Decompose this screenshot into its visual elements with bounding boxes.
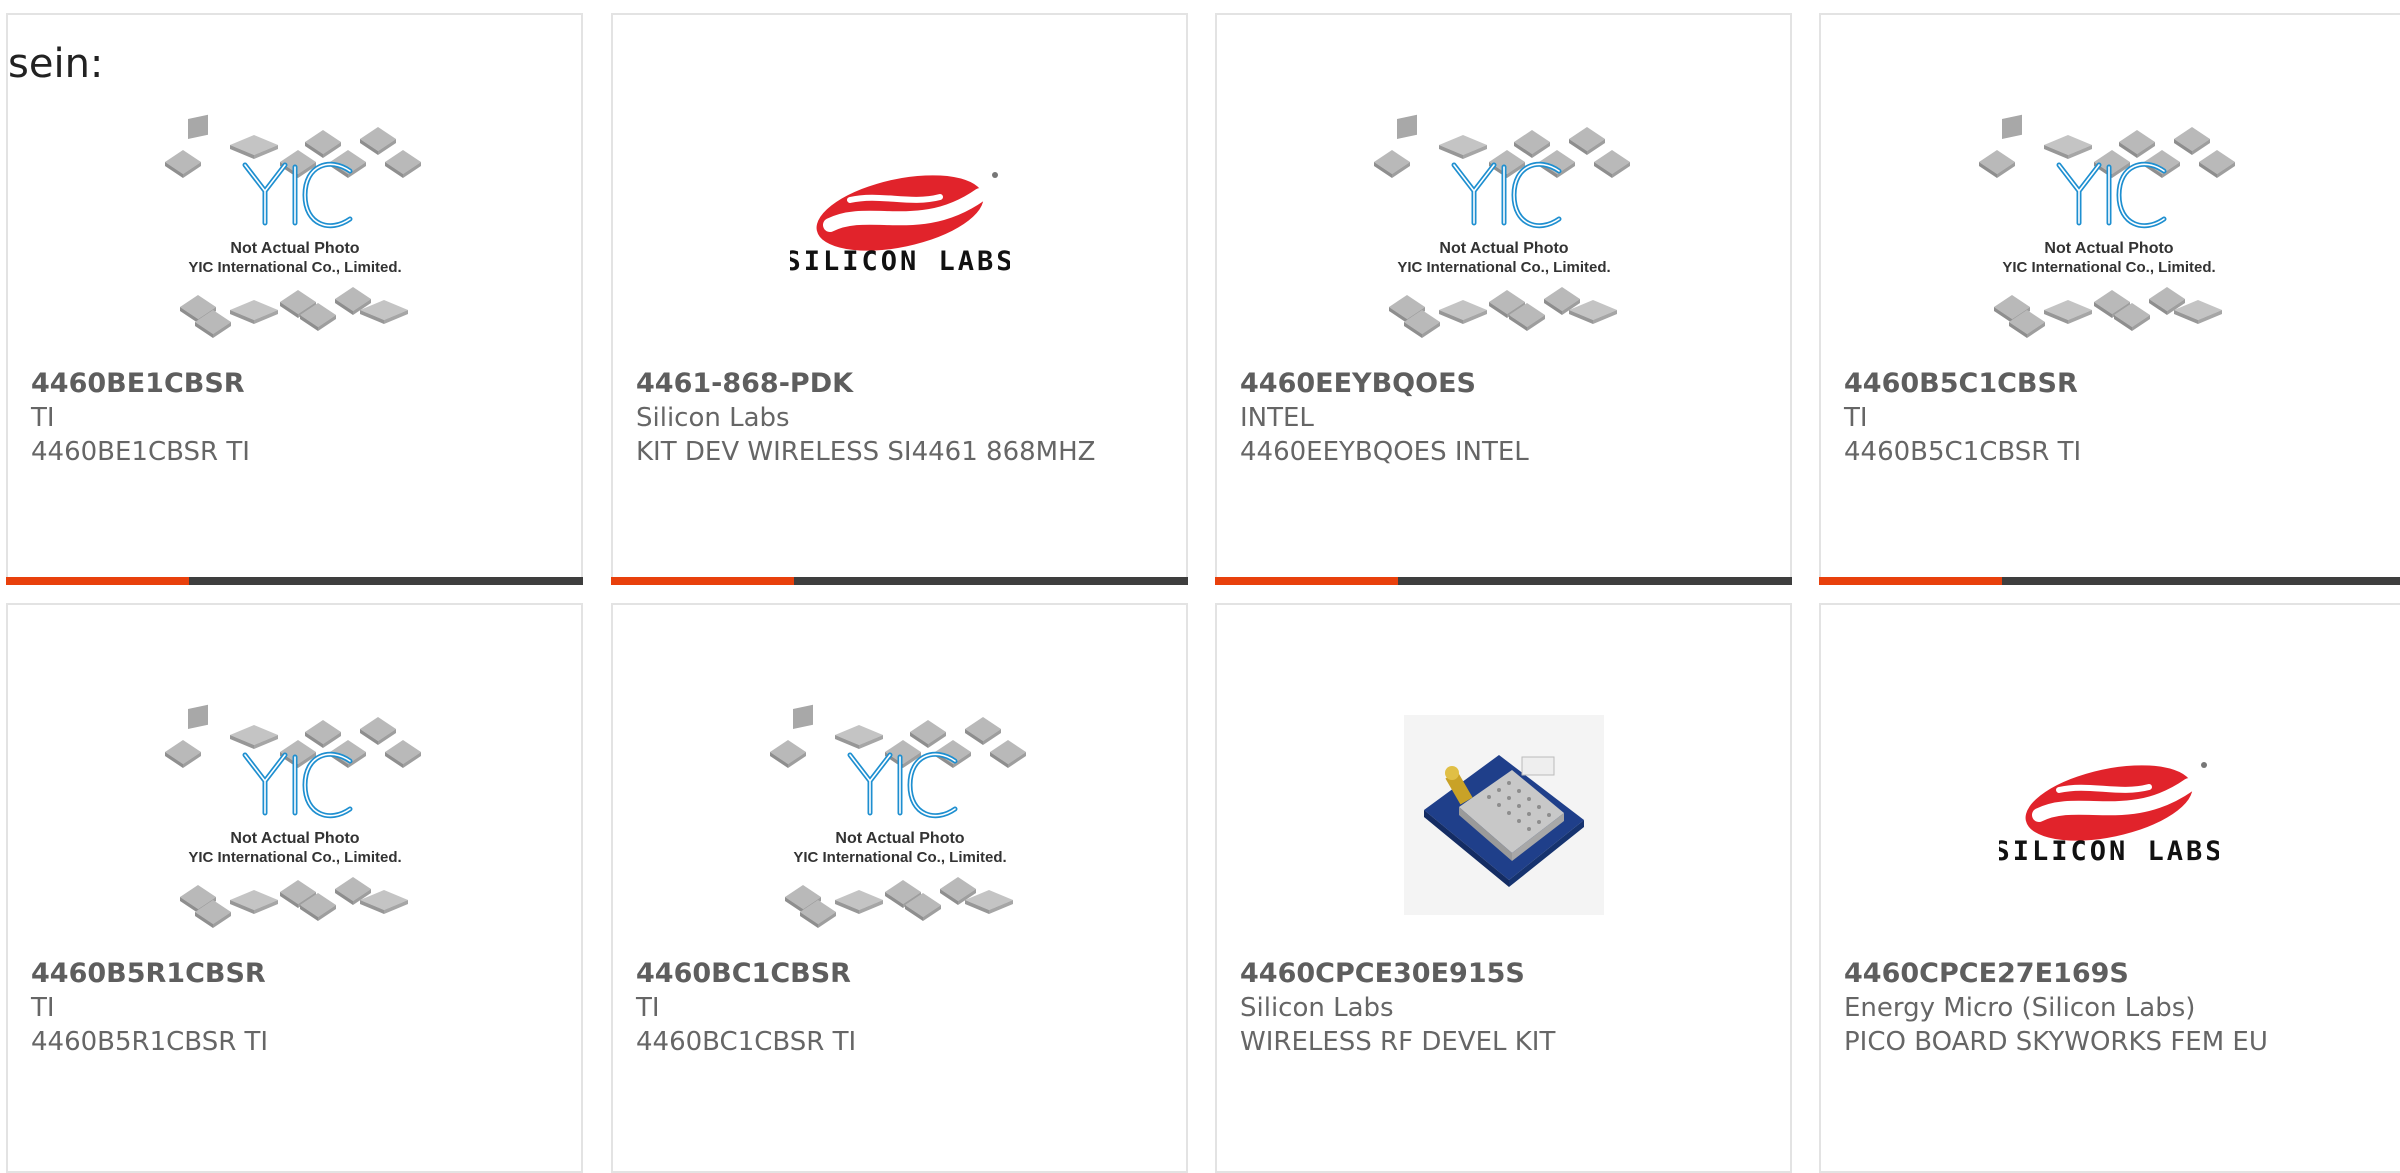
- product-card[interactable]: 4460CPCE30E915S Silicon Labs WIRELESS RF…: [1215, 603, 1792, 1173]
- svg-text:YIC International Co., Limited: YIC International Co., Limited.: [188, 849, 401, 866]
- manufacturer: Silicon Labs: [1240, 993, 1394, 1023]
- product-image-logo: SILICON LABS: [1821, 685, 2396, 945]
- product-card[interactable]: Not Actual Photo YIC International Co., L…: [1215, 13, 1792, 585]
- product-card[interactable]: Not Actual Photo YIC International Co., L…: [611, 603, 1188, 1173]
- description: PICO BOARD SKYWORKS FEM EU: [1844, 1027, 2268, 1057]
- svg-text:SILICON LABS: SILICON LABS: [790, 246, 1010, 277]
- product-image-placeholder: Not Actual Photo YIC International Co., L…: [1821, 95, 2396, 355]
- description: 4460EEYBQOES INTEL: [1240, 437, 1529, 467]
- manufacturer: INTEL: [1240, 403, 1314, 433]
- rf-module-photo: [1403, 715, 1604, 915]
- product-image-placeholder: Not Actual Photo YIC International Co., L…: [8, 95, 581, 355]
- svg-text:YIC International Co., Limited: YIC International Co., Limited.: [2002, 259, 2215, 276]
- svg-text:YIC International Co., Limited: YIC International Co., Limited.: [793, 849, 1006, 866]
- product-card[interactable]: SILICON LABS 4460CPCE27E169S Energy Micr…: [1819, 603, 2400, 1173]
- card-accent-bar: [611, 577, 1188, 585]
- part-number[interactable]: 4460BE1CBSR: [31, 367, 561, 401]
- silicon-labs-logo: SILICON LABS: [790, 165, 1010, 277]
- svg-text:Not Actual Photo: Not Actual Photo: [230, 830, 359, 847]
- svg-text:Not Actual Photo: Not Actual Photo: [2044, 240, 2173, 257]
- manufacturer: TI: [31, 403, 55, 433]
- intro-text: sein:: [8, 41, 104, 87]
- svg-text:YIC International Co., Limited: YIC International Co., Limited.: [188, 259, 401, 276]
- manufacturer: Silicon Labs: [636, 403, 790, 433]
- svg-text:Not Actual Photo: Not Actual Photo: [835, 830, 964, 847]
- product-image-photo: [1217, 685, 1790, 945]
- description: 4460BE1CBSR TI: [31, 437, 250, 467]
- product-card[interactable]: Not Actual Photo YIC International Co., L…: [6, 603, 583, 1173]
- product-image-placeholder: Not Actual Photo YIC International Co., L…: [8, 685, 581, 945]
- part-number[interactable]: 4461-868-PDK: [636, 367, 1166, 401]
- part-number[interactable]: 4460EEYBQOES: [1240, 367, 1770, 401]
- svg-text:SILICON LABS: SILICON LABS: [1999, 836, 2219, 867]
- manufacturer: Energy Micro (Silicon Labs): [1844, 993, 2196, 1023]
- manufacturer: TI: [1844, 403, 1868, 433]
- description: 4460B5C1CBSR TI: [1844, 437, 2082, 467]
- card-accent-bar: [1819, 577, 2400, 585]
- product-card[interactable]: Not Actual Photo YIC International Co., L…: [6, 13, 583, 585]
- svg-text:Not Actual Photo: Not Actual Photo: [230, 240, 359, 257]
- part-number[interactable]: 4460BC1CBSR: [636, 957, 1166, 991]
- svg-text:YIC International Co., Limited: YIC International Co., Limited.: [1397, 259, 1610, 276]
- card-accent-bar: [1215, 577, 1792, 585]
- description: WIRELESS RF DEVEL KIT: [1240, 1027, 1556, 1057]
- card-accent-bar: [6, 577, 583, 585]
- description: 4460BC1CBSR TI: [636, 1027, 857, 1057]
- part-number[interactable]: 4460B5C1CBSR: [1844, 367, 2380, 401]
- part-number[interactable]: 4460B5R1CBSR: [31, 957, 561, 991]
- product-image-logo: SILICON LABS: [613, 95, 1186, 355]
- svg-text:Not Actual Photo: Not Actual Photo: [1439, 240, 1568, 257]
- manufacturer: TI: [31, 993, 55, 1023]
- description: 4460B5R1CBSR TI: [31, 1027, 269, 1057]
- product-card[interactable]: SILICON LABS 4461-868-PDK Silicon Labs K…: [611, 13, 1188, 585]
- product-card[interactable]: Not Actual Photo YIC International Co., L…: [1819, 13, 2400, 585]
- product-image-placeholder: Not Actual Photo YIC International Co., L…: [1217, 95, 1790, 355]
- part-number[interactable]: 4460CPCE30E915S: [1240, 957, 1770, 991]
- silicon-labs-logo: SILICON LABS: [1999, 755, 2219, 867]
- part-number[interactable]: 4460CPCE27E169S: [1844, 957, 2380, 991]
- description: KIT DEV WIRELESS SI4461 868MHZ: [636, 437, 1096, 467]
- manufacturer: TI: [636, 993, 660, 1023]
- product-image-placeholder: Not Actual Photo YIC International Co., L…: [613, 685, 1186, 945]
